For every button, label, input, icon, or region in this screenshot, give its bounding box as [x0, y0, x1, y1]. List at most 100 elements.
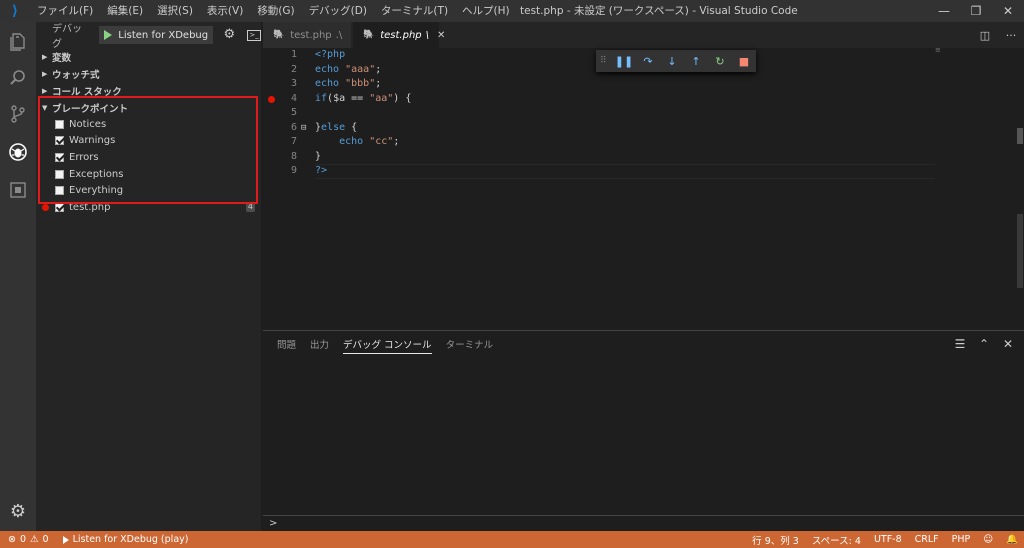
status-bar-left: ⊗ 0 ⚠ 0 Listen for XDebug (play) [0, 534, 192, 545]
close-window-button[interactable]: ✕ [992, 0, 1024, 22]
launch-config-select[interactable]: Listen for XDebug ( ▼ [99, 26, 214, 44]
step-out-icon[interactable]: ↑ [684, 55, 708, 68]
more-actions-icon[interactable]: ··· [998, 29, 1024, 42]
editor-tab-bar: 🐘 test.php .\ 🐘 test.php \ ✕ ◫ ··· [263, 22, 1024, 48]
section-breakpoints[interactable]: ▼ ブレークポイント [36, 99, 261, 116]
start-debugging-icon[interactable] [104, 30, 113, 40]
scrollbar-thumb[interactable] [1017, 214, 1023, 288]
code-line: 6 ⊟ }else { [263, 121, 963, 136]
section-variables[interactable]: ▶ 変数 [36, 48, 261, 65]
breakpoint-errors[interactable]: Errors [36, 149, 261, 166]
chevron-right-icon: ▶ [42, 86, 48, 95]
launch-config-label: Listen for XDebug ( [118, 29, 214, 41]
breakpoint-file[interactable]: test.php 4 [36, 199, 261, 216]
prompt-chevron-icon: > [269, 518, 278, 529]
breakpoint-exceptions[interactable]: Exceptions [36, 166, 261, 183]
restart-icon[interactable]: ↻ [708, 55, 732, 68]
code-line-breakpoint: 4 if($a == "aa") { [263, 92, 963, 107]
debug-play-icon[interactable] [62, 535, 69, 544]
debug-icon[interactable] [0, 134, 36, 170]
source-control-icon[interactable] [0, 96, 36, 132]
php-file-icon: 🐘 [363, 30, 375, 40]
error-count[interactable]: 0 [20, 534, 26, 545]
code-line: 7 echo "cc"; [290, 136, 400, 147]
menu-view[interactable]: 表示(V) [200, 0, 250, 22]
debug-config-status[interactable]: Listen for XDebug (play) [73, 534, 189, 545]
menu-file[interactable]: ファイル(F) [30, 0, 100, 22]
warning-count[interactable]: 0 [43, 534, 49, 545]
panel-tabs: 問題 出力 デバッグ コンソール ターミナル [263, 331, 1024, 359]
activity-bar: ⚙ [0, 22, 36, 531]
maximize-panel-icon[interactable]: ⌃ [972, 337, 996, 351]
checkbox[interactable] [55, 119, 64, 129]
chevron-down-icon: ▼ [42, 103, 48, 112]
checkbox[interactable] [55, 169, 64, 179]
error-icon[interactable]: ⊗ [8, 534, 16, 545]
code-editor[interactable]: 1 <?php 2 echo "aaa"; 3 echo "bbb"; 4 if… [263, 48, 1024, 328]
drag-handle-icon[interactable]: ⠿ [600, 56, 612, 66]
menu-go[interactable]: 移動(G) [250, 0, 301, 22]
menu-help[interactable]: ヘルプ(H) [455, 0, 517, 22]
debug-console-icon[interactable]: >_ [247, 29, 261, 41]
tab-debug-console[interactable]: デバッグ コンソール [343, 337, 432, 354]
tab-test-php-active[interactable]: 🐘 test.php \ ✕ [353, 22, 445, 48]
restore-button[interactable]: ❐ [960, 0, 992, 22]
checkbox[interactable] [55, 186, 64, 196]
warning-icon[interactable]: ⚠ [30, 534, 39, 545]
tab-problems[interactable]: 問題 [277, 337, 296, 353]
minimize-button[interactable]: — [928, 0, 960, 22]
menu-debug[interactable]: デバッグ(D) [302, 0, 374, 22]
step-into-icon[interactable]: ↓ [660, 55, 684, 68]
status-bar: ⊗ 0 ⚠ 0 Listen for XDebug (play) 行 9、列 3… [0, 531, 1024, 548]
cursor-position[interactable]: 行 9、列 3 [752, 533, 799, 547]
explorer-icon[interactable] [0, 24, 36, 60]
chevron-right-icon: ▶ [42, 69, 48, 78]
extensions-icon[interactable] [0, 172, 36, 208]
panel-actions: ☰ ⌃ ✕ [948, 337, 1020, 351]
stop-icon[interactable]: ■ [732, 55, 756, 68]
section-watch[interactable]: ▶ ウォッチ式 [36, 65, 261, 82]
section-callstack[interactable]: ▶ コール スタック [36, 82, 261, 99]
encoding[interactable]: UTF-8 [874, 534, 902, 545]
debug-console-input[interactable]: > [263, 515, 1024, 531]
gear-icon[interactable]: ⚙ [0, 499, 36, 523]
pause-icon[interactable]: ❚❚ [612, 55, 636, 68]
clear-console-icon[interactable]: ☰ [948, 337, 972, 351]
breakpoint-line-badge: 4 [245, 201, 255, 212]
close-panel-icon[interactable]: ✕ [996, 337, 1020, 351]
indentation[interactable]: スペース: 4 [812, 533, 861, 547]
line-ending[interactable]: CRLF [915, 534, 939, 545]
status-bar-right: 行 9、列 3 スペース: 4 UTF-8 CRLF PHP ☺ 🔔 [739, 531, 1018, 548]
checkbox[interactable] [55, 152, 64, 162]
editor-actions: ◫ ··· [972, 22, 1024, 48]
minimap[interactable]: ≡ [935, 46, 941, 54]
split-editor-icon[interactable]: ◫ [972, 29, 998, 42]
search-icon[interactable] [0, 60, 36, 96]
breakpoint-dot-icon[interactable] [268, 95, 275, 103]
feedback-smiley-icon[interactable]: ☺ [983, 534, 993, 545]
menu-bar: ファイル(F) 編集(E) 選択(S) 表示(V) 移動(G) デバッグ(D) … [30, 0, 517, 22]
checkbox[interactable] [55, 202, 64, 212]
window-controls: — ❐ ✕ [928, 0, 1024, 22]
close-icon[interactable]: ✕ [437, 30, 445, 41]
language-mode[interactable]: PHP [952, 534, 971, 545]
step-over-icon[interactable]: ↷ [636, 55, 660, 68]
open-launch-json-gear-icon[interactable]: ⚙ [223, 28, 237, 42]
code-line: 8 } [290, 150, 322, 162]
breakpoint-notices[interactable]: Notices [36, 116, 261, 133]
breakpoint-everything[interactable]: Everything [36, 182, 261, 199]
scrollbar-thumb[interactable] [1017, 128, 1023, 144]
php-file-icon: 🐘 [273, 30, 285, 40]
breakpoint-warnings[interactable]: Warnings [36, 133, 261, 150]
menu-edit[interactable]: 編集(E) [100, 0, 150, 22]
window-title: test.php - 未設定 (ワークスペース) - Visual Studio… [520, 5, 798, 17]
fold-icon[interactable]: ⊟ [301, 121, 306, 136]
chevron-right-icon: ▶ [42, 52, 48, 61]
tab-test-php-inactive[interactable]: 🐘 test.php .\ [263, 22, 351, 48]
menu-selection[interactable]: 選択(S) [150, 0, 200, 22]
tab-terminal[interactable]: ターミナル [446, 337, 494, 353]
menu-terminal[interactable]: ターミナル(T) [374, 0, 455, 22]
checkbox[interactable] [55, 136, 64, 146]
tab-output[interactable]: 出力 [310, 337, 329, 353]
notifications-bell-icon[interactable]: 🔔 [1006, 534, 1018, 545]
